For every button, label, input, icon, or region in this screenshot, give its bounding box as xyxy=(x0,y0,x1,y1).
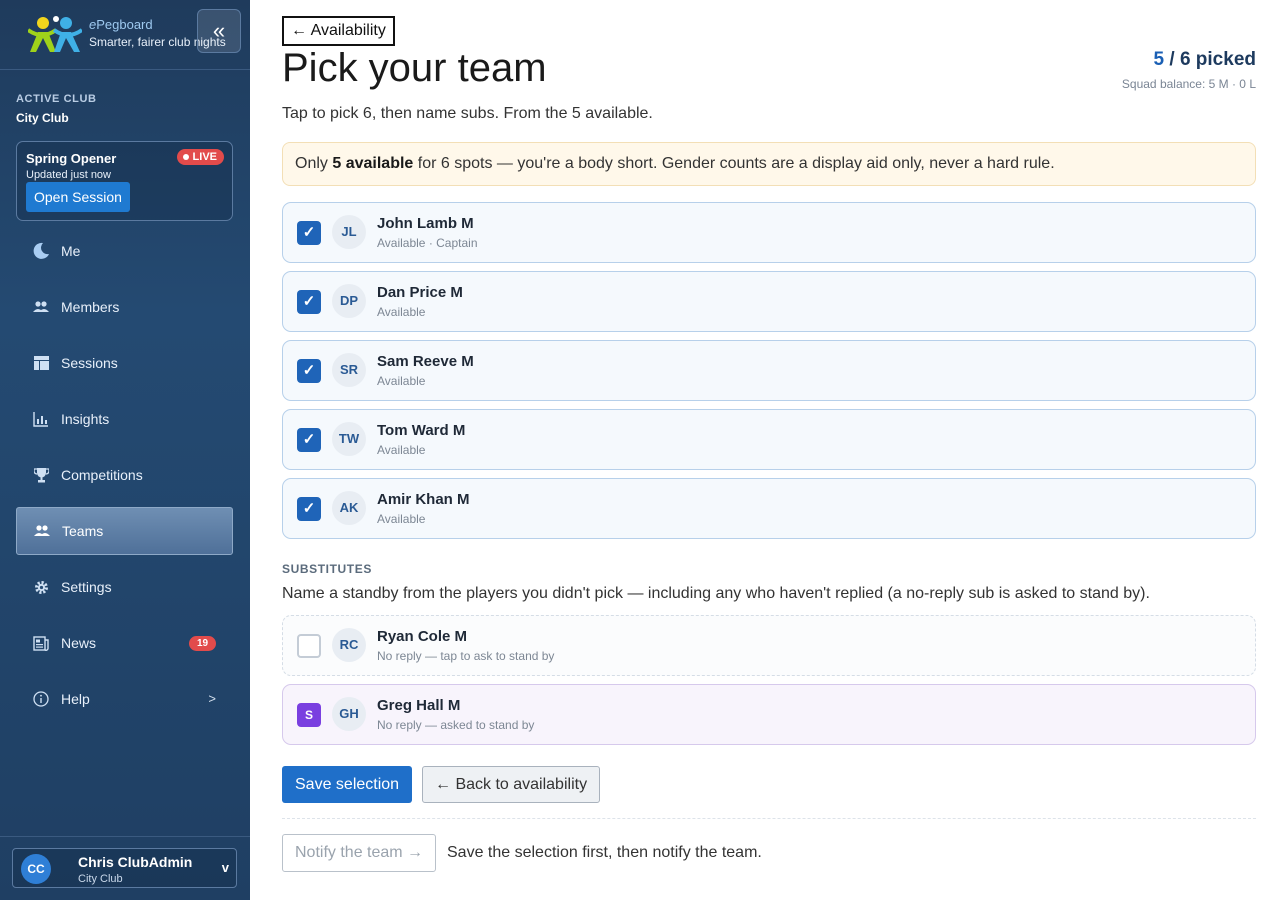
player-card-amir-khan[interactable]: ✓ AK Amir Khan M Available xyxy=(282,478,1256,539)
checkbox-unchecked[interactable] xyxy=(297,634,321,658)
moon-icon xyxy=(32,242,50,260)
sidebar-item-competitions[interactable]: Competitions xyxy=(16,451,233,499)
people-icon xyxy=(33,522,51,540)
sidebar-item-label: Insights xyxy=(61,411,110,427)
sidebar-item-me[interactable]: Me xyxy=(16,227,233,275)
page-subtitle: Tap to pick 6, then name subs. From the … xyxy=(282,105,653,122)
player-status: Available xyxy=(377,443,426,457)
news-count-badge: 19 xyxy=(189,636,216,651)
substitutes-heading: SUBSTITUTES xyxy=(282,562,372,576)
player-card-dan-price[interactable]: ✓ DP Dan Price M Available xyxy=(282,271,1256,332)
player-name: Amir Khan M xyxy=(377,491,470,508)
checkbox-checked[interactable]: ✓ xyxy=(297,290,321,314)
shortage-alert: Only 5 available for 6 spots — you're a … xyxy=(282,142,1256,186)
live-badge: LIVE xyxy=(176,149,224,165)
session-title: Spring Opener xyxy=(26,151,117,166)
sidebar-item-members[interactable]: Members xyxy=(16,283,233,331)
checkbox-checked[interactable]: ✓ xyxy=(297,221,321,245)
player-avatar: AK xyxy=(332,491,366,525)
sidebar-item-label: News xyxy=(61,635,97,651)
sidebar-item-label: Help xyxy=(61,691,90,707)
player-name: John Lamb M xyxy=(377,215,474,232)
main-content: ← Availability Pick your team 5 / 6 pick… xyxy=(282,0,1256,900)
player-name: Greg Hall M xyxy=(377,697,461,714)
active-club-label: ACTIVE CLUB xyxy=(16,93,97,105)
save-selection-button[interactable]: Save selection xyxy=(282,766,413,803)
player-status: Available xyxy=(377,512,426,526)
player-avatar: JL xyxy=(332,215,366,249)
divider xyxy=(282,818,1256,819)
player-avatar: RC xyxy=(332,628,366,662)
chevron-down-icon: v xyxy=(221,860,229,875)
collapse-sidebar-button[interactable]: « xyxy=(197,9,241,53)
brand-header: ePegboard Smarter, fairer club nights « xyxy=(0,0,250,70)
player-card-john-lamb[interactable]: ✓ JL John Lamb M Available · Captain xyxy=(282,202,1256,263)
chevron-right-icon: > xyxy=(208,691,216,706)
gear-icon xyxy=(32,578,50,596)
page-title: Pick your team xyxy=(282,46,547,90)
sidebar-item-news[interactable]: News 19 xyxy=(16,619,233,667)
sidebar-item-teams[interactable]: Teams xyxy=(16,507,233,555)
player-name: Ryan Cole M xyxy=(377,628,468,645)
user-name: Chris ClubAdmin xyxy=(78,854,193,870)
user-menu[interactable]: CC Chris ClubAdmin City Club v xyxy=(12,848,237,888)
info-icon xyxy=(32,690,50,708)
notify-hint: Save the selection first, then notify th… xyxy=(447,844,762,861)
live-dot-icon xyxy=(182,154,189,160)
session-updated: Updated just now xyxy=(26,169,111,181)
checkbox-checked[interactable]: ✓ xyxy=(297,359,321,383)
back-to-availability-button[interactable]: ← Back to availability xyxy=(422,766,601,803)
squad-balance: Squad balance: 5 M · 0 L xyxy=(1121,77,1256,91)
brand-name: ePegboard xyxy=(89,17,153,32)
player-card-tom-ward[interactable]: ✓ TW Tom Ward M Available xyxy=(282,409,1256,470)
news-icon xyxy=(32,634,50,652)
sub-card-ryan-cole[interactable]: RC Ryan Cole M No reply — tap to ask to … xyxy=(282,615,1256,676)
player-name: Dan Price M xyxy=(377,284,463,301)
active-club-name: City Club xyxy=(16,111,69,125)
player-status: Available xyxy=(377,305,426,319)
avatar: CC xyxy=(21,854,51,884)
user-bar: CC Chris ClubAdmin City Club v xyxy=(0,836,250,900)
sidebar-nav: Me Members Sessions Insights Competition… xyxy=(16,227,233,731)
live-session-card: Spring Opener LIVE Updated just now Open… xyxy=(16,141,233,221)
picked-count: 5 / 6 picked xyxy=(1153,49,1256,70)
sidebar-item-help[interactable]: Help > xyxy=(16,675,233,723)
sidebar-item-insights[interactable]: Insights xyxy=(16,395,233,443)
sub-card-greg-hall[interactable]: S GH Greg Hall M No reply — asked to sta… xyxy=(282,684,1256,745)
trophy-icon xyxy=(32,466,50,484)
checkbox-checked[interactable]: ✓ xyxy=(297,497,321,521)
sidebar-item-label: Members xyxy=(61,299,120,315)
player-status: No reply — tap to ask to stand by xyxy=(377,649,555,663)
sidebar-item-label: Sessions xyxy=(61,355,118,371)
player-name: Tom Ward M xyxy=(377,422,466,439)
sidebar-item-label: Settings xyxy=(61,579,112,595)
substitutes-description: Name a standby from the players you didn… xyxy=(282,585,1150,602)
people-icon xyxy=(32,298,50,316)
player-name: Sam Reeve M xyxy=(377,353,474,370)
user-club: City Club xyxy=(78,873,123,885)
player-status: Available · Captain xyxy=(377,236,478,250)
sidebar-item-label: Competitions xyxy=(61,467,143,483)
layout-icon xyxy=(32,354,50,372)
player-status: Available xyxy=(377,374,426,388)
checkbox-checked[interactable]: ✓ xyxy=(297,428,321,452)
notify-team-button[interactable]: Notify the team → xyxy=(282,834,437,872)
player-avatar: GH xyxy=(332,697,366,731)
player-status: No reply — asked to stand by xyxy=(377,718,535,732)
player-avatar: TW xyxy=(332,422,366,456)
sidebar-item-label: Me xyxy=(61,243,81,259)
sidebar: ePegboard Smarter, fairer club nights « … xyxy=(0,0,250,900)
player-avatar: SR xyxy=(332,353,366,387)
player-card-sam-reeve[interactable]: ✓ SR Sam Reeve M Available xyxy=(282,340,1256,401)
sidebar-item-settings[interactable]: Settings xyxy=(16,563,233,611)
back-to-availability-link[interactable]: ← Availability xyxy=(282,16,395,46)
open-session-button[interactable]: Open Session xyxy=(26,182,130,212)
player-avatar: DP xyxy=(332,284,366,318)
sidebar-item-sessions[interactable]: Sessions xyxy=(16,339,233,387)
epegboard-logo-icon xyxy=(28,16,82,52)
sidebar-item-label: Teams xyxy=(62,523,104,539)
bar-chart-icon xyxy=(32,410,50,428)
standby-marker[interactable]: S xyxy=(297,703,321,727)
